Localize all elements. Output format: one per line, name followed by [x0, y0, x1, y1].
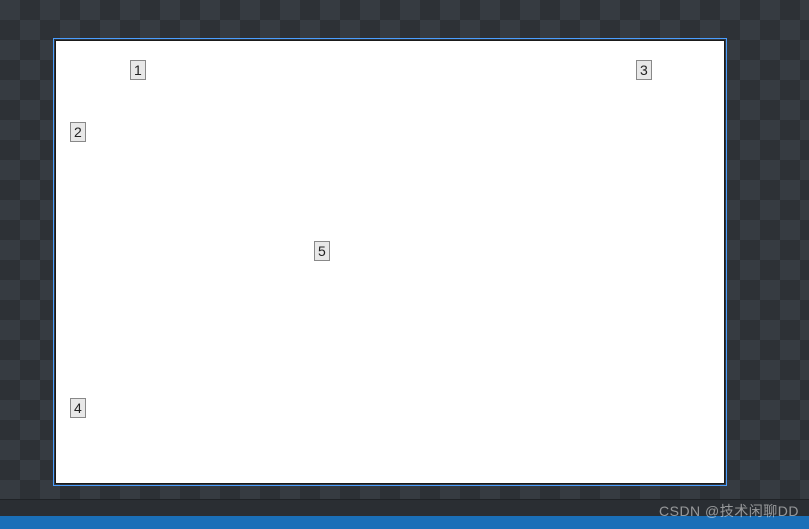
canvas[interactable] [55, 40, 725, 484]
status-bar [0, 499, 809, 516]
anchor-marker-5[interactable]: 5 [314, 241, 330, 261]
anchor-marker-4[interactable]: 4 [70, 398, 86, 418]
anchor-marker-2[interactable]: 2 [70, 122, 86, 142]
bottom-accent-strip [0, 516, 809, 529]
anchor-marker-3[interactable]: 3 [636, 60, 652, 80]
anchor-marker-1[interactable]: 1 [130, 60, 146, 80]
